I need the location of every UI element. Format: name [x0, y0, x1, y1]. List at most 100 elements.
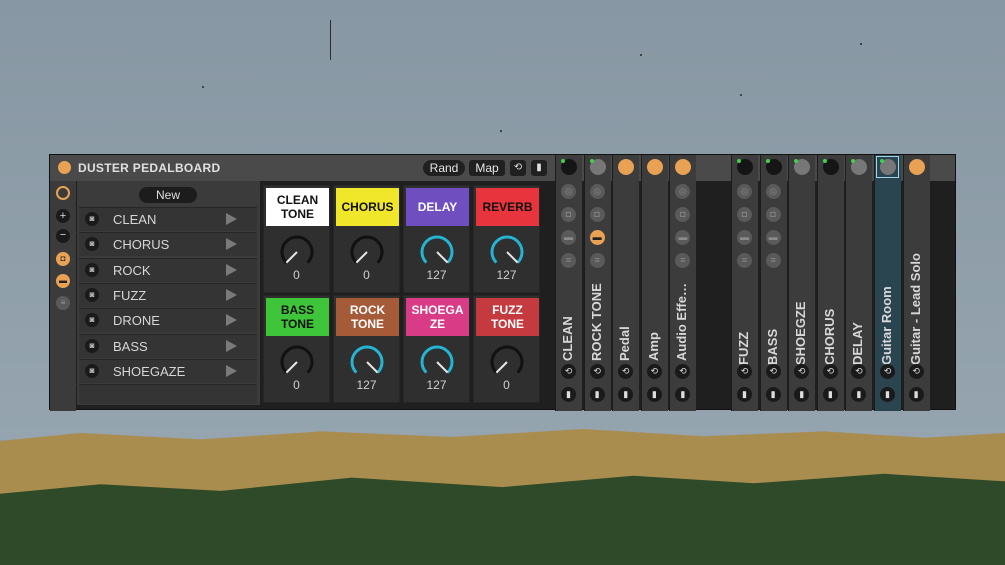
play-icon[interactable]	[226, 238, 237, 251]
save-icon[interactable]: ▮	[851, 387, 867, 402]
snapshot-icon[interactable]: ◘	[765, 207, 781, 222]
save-icon[interactable]: ▮	[618, 387, 634, 402]
play-icon[interactable]	[226, 263, 237, 276]
camera-icon[interactable]: ◙	[85, 237, 99, 252]
snapshot-row[interactable]: ◙ CLEAN	[79, 207, 257, 231]
link-icon[interactable]: ⟲	[646, 364, 662, 379]
macro-knob[interactable]	[349, 234, 385, 270]
save-icon[interactable]: ▮	[794, 387, 810, 402]
device-list-icon[interactable]: ≡	[56, 296, 70, 310]
chain-activator[interactable]	[908, 159, 925, 175]
save-icon[interactable]: ▮	[561, 387, 576, 402]
save-icon[interactable]: ▮	[531, 160, 547, 176]
play-icon[interactable]	[226, 288, 237, 301]
link-icon[interactable]: ⟲	[822, 364, 838, 379]
snapshot-row[interactable]: ◙ ROCK	[79, 257, 257, 282]
macro-view-icon[interactable]: ◎	[765, 184, 781, 199]
chain-column[interactable]: Guitar Room ⟲ ▮	[874, 155, 901, 411]
map-button[interactable]: Map	[469, 160, 505, 176]
macro-knob[interactable]	[489, 344, 525, 380]
device-power-button[interactable]	[58, 161, 71, 174]
chain-column[interactable]: Amp ⟲ ▮	[640, 155, 668, 411]
link-icon[interactable]: ⟲	[618, 364, 634, 379]
link-icon[interactable]: ⟲	[794, 364, 810, 379]
camera-icon[interactable]: ◙	[85, 287, 99, 302]
save-icon[interactable]: ▮	[822, 387, 838, 402]
macro-view-icon[interactable]: ◎	[675, 184, 691, 199]
snapshot-row[interactable]: ◙ DRONE	[79, 308, 257, 333]
snapshot-icon[interactable]: ◘	[675, 207, 691, 222]
snapshot-row[interactable]: ◙ FUZZ	[79, 282, 257, 307]
chain-column[interactable]: ◎ ◘ ▬ ≡ CLEAN ⟲ ▮	[555, 155, 582, 411]
chain-activator[interactable]	[618, 159, 635, 175]
chain-column[interactable]: CHORUS ⟲ ▮	[816, 155, 844, 411]
save-icon[interactable]: ▮	[646, 387, 662, 402]
macro-label[interactable]: FUZZ TONE	[476, 298, 539, 336]
camera-icon[interactable]: ◙	[85, 363, 99, 378]
camera-icon[interactable]: ◙	[85, 262, 99, 277]
macro-label[interactable]: CHORUS	[336, 188, 399, 226]
macro-knob[interactable]	[489, 234, 525, 270]
save-icon[interactable]: ▮	[908, 387, 924, 402]
macro-label[interactable]: ROCK TONE	[336, 298, 399, 336]
snapshot-row[interactable]: ◙ BASS	[79, 333, 257, 358]
macro-label[interactable]: BASS TONE	[266, 298, 329, 336]
link-icon[interactable]: ⟲	[737, 364, 752, 379]
snapshot-icon[interactable]: ◘	[56, 252, 70, 266]
rand-button[interactable]: Rand	[423, 160, 465, 176]
play-icon[interactable]	[226, 314, 237, 327]
macro-knob[interactable]	[279, 344, 315, 380]
macro-knob[interactable]	[349, 344, 385, 380]
macro-view-icon[interactable]	[56, 186, 70, 200]
play-icon[interactable]	[226, 364, 237, 377]
play-icon[interactable]	[226, 213, 237, 225]
save-icon[interactable]: ▮	[737, 387, 752, 402]
camera-icon[interactable]: ◙	[85, 313, 99, 328]
chain-column[interactable]: Pedal ⟲ ▮	[612, 155, 640, 411]
link-icon[interactable]: ⟲	[561, 364, 576, 379]
chain-column[interactable]: SHOEGZE ⟲ ▮	[788, 155, 816, 411]
chain-column[interactable]: ◎ ◘ ▬ ≡ BASS ⟲ ▮	[759, 155, 787, 411]
macro-label[interactable]: CLEAN TONE	[266, 188, 329, 226]
chain-column[interactable]: ◎ ◘ ▬ ≡ ROCK TONE ⟲ ▮	[583, 155, 611, 411]
save-icon[interactable]: ▮	[589, 387, 605, 402]
macro-view-icon[interactable]: ◎	[589, 184, 605, 199]
link-icon[interactable]: ⟲	[908, 364, 924, 379]
snapshot-row[interactable]: ◙ SHOEGAZE	[79, 358, 257, 383]
chain-column[interactable]: Guitar - Lead Solo ⟲ ▮	[902, 155, 930, 411]
chain-list-icon[interactable]: ▬	[56, 274, 70, 288]
chain-activator[interactable]	[646, 159, 663, 175]
chain-column[interactable]: ◎ ◘ ▬ ≡ FUZZ ⟲ ▮	[731, 155, 758, 411]
chain-column[interactable]: DELAY ⟲ ▮	[845, 155, 873, 411]
save-icon[interactable]: ▮	[880, 387, 895, 402]
play-icon[interactable]	[226, 339, 237, 352]
chain-column[interactable]: ◎ ◘ ▬ ≡ Audio Effe… ⟲ ▮	[669, 155, 697, 411]
macro-knob[interactable]	[419, 234, 455, 270]
chain-activator[interactable]	[675, 159, 692, 175]
snapshot-icon[interactable]: ◘	[589, 207, 605, 222]
macro-label[interactable]: DELAY	[406, 188, 469, 226]
new-snapshot-button[interactable]: New	[139, 187, 197, 203]
link-icon[interactable]: ⟲	[765, 364, 781, 379]
snapshot-icon[interactable]: ◘	[737, 207, 752, 222]
camera-icon[interactable]: ◙	[85, 338, 99, 353]
macro-label[interactable]: SHOEGA ZE	[406, 298, 469, 336]
add-macro-icon[interactable]: +	[56, 209, 70, 223]
macro-knob[interactable]	[279, 234, 315, 270]
macro-label[interactable]: REVERB	[476, 188, 539, 226]
remove-macro-icon[interactable]: −	[56, 229, 70, 243]
macro-view-icon[interactable]: ◎	[561, 184, 576, 199]
camera-icon[interactable]: ◙	[85, 212, 99, 226]
save-icon[interactable]: ▮	[675, 387, 691, 402]
link-icon[interactable]: ⟲	[675, 364, 691, 379]
link-icon[interactable]: ⟲	[510, 160, 526, 176]
link-icon[interactable]: ⟲	[880, 364, 895, 379]
save-icon[interactable]: ▮	[765, 387, 781, 402]
link-icon[interactable]: ⟲	[851, 364, 867, 379]
link-icon[interactable]: ⟲	[589, 364, 605, 379]
chain-led-icon	[737, 159, 741, 163]
snapshot-icon[interactable]: ◘	[561, 207, 576, 222]
snapshot-row[interactable]: ◙ CHORUS	[79, 232, 257, 257]
macro-knob[interactable]	[419, 344, 455, 380]
macro-view-icon[interactable]: ◎	[737, 184, 752, 199]
